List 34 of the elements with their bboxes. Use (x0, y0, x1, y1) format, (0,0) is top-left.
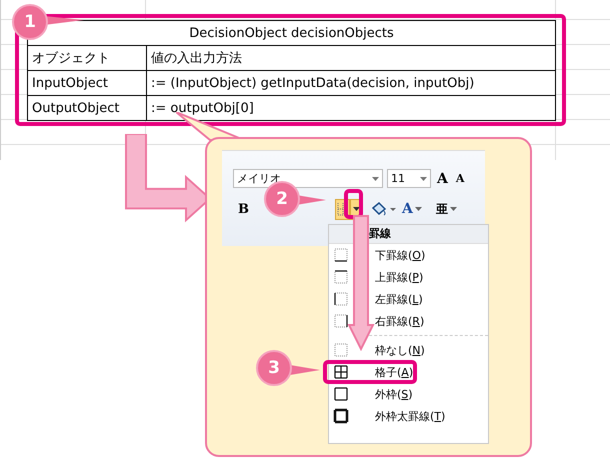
menu-item[interactable]: 左罫線(L) (329, 288, 488, 310)
table-cell: OutputObject (28, 96, 146, 120)
border-style-icon (333, 408, 349, 424)
table-cell: 値の入出力方法 (146, 46, 556, 70)
fill-color-icon[interactable] (370, 201, 396, 217)
caret-icon (420, 176, 427, 180)
table-cell: オブジェクト (28, 46, 146, 70)
font-size-dropdown[interactable]: 11 (387, 169, 431, 188)
border-style-icon (333, 313, 349, 329)
table-cell: InputObject (28, 70, 146, 96)
bold-button[interactable]: B (236, 202, 251, 216)
grow-font-button[interactable]: A (435, 170, 450, 186)
caret-icon (352, 207, 360, 211)
border-style-icon (333, 291, 349, 307)
menu-item[interactable]: 右罫線(R) (329, 310, 488, 332)
menu-item[interactable]: 枠なし(N) (329, 339, 488, 361)
menu-item[interactable]: 上罫線(P) (329, 266, 488, 288)
shrink-font-button[interactable]: A (454, 172, 466, 185)
dropdown-icon[interactable] (414, 207, 422, 211)
border-style-icon (333, 247, 349, 263)
phonetic-button[interactable]: 亜 (434, 200, 450, 218)
border-style-icon (333, 386, 349, 402)
badge-pointer (290, 365, 320, 375)
caret-icon (372, 176, 379, 180)
menu-item[interactable]: 外枠太罫線(T) (329, 405, 488, 427)
dropdown-icon[interactable] (450, 207, 457, 211)
border-style-icon (333, 269, 349, 285)
border-style-icon (333, 342, 349, 358)
border-style-icon (333, 364, 349, 380)
menu-header: 罫線 (329, 225, 488, 244)
menu-item[interactable]: 外枠(S) (329, 383, 488, 405)
table-cell: := (InputObject) getInputData(decision, inputObj) (146, 70, 556, 96)
menu-item[interactable]: 下罫線(O) (329, 244, 488, 266)
font-color-button[interactable]: A (400, 201, 415, 217)
